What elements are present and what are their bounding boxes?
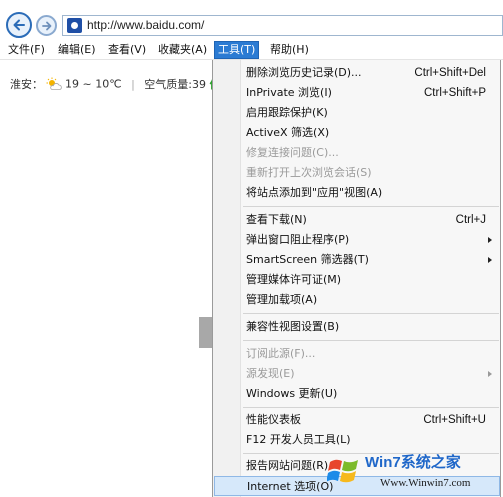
menu-item-performance-dashboard[interactable]: 性能仪表板 Ctrl+Shift+U <box>214 410 500 430</box>
menu-separator <box>243 340 499 341</box>
menu-view[interactable]: 查看(V) <box>108 42 146 59</box>
menu-item-compat-view[interactable]: 兼容性视图设置(B) <box>214 317 500 337</box>
back-arrow-icon <box>13 19 25 31</box>
menu-item-view-downloads[interactable]: 查看下载(N) Ctrl+J <box>214 210 500 230</box>
menu-item-media-licenses[interactable]: 管理媒体许可证(M) <box>214 270 500 290</box>
address-row: http://www.baidu.com/ <box>0 0 503 40</box>
menu-file[interactable]: 文件(F) <box>8 42 45 59</box>
menu-separator <box>243 206 499 207</box>
menu-tools[interactable]: 工具(T) <box>214 41 260 59</box>
weather-widget: 淮安：19 ~ 10℃ | 空气质量:39 优 <box>10 76 220 92</box>
partly-sunny-icon <box>46 77 62 90</box>
forward-button[interactable] <box>36 15 57 36</box>
url-input[interactable]: http://www.baidu.com/ <box>62 15 503 36</box>
submenu-arrow-icon <box>488 237 492 243</box>
menu-item-subscribe-feed[interactable]: 订阅此源(F)... <box>214 344 500 364</box>
menu-item-report-problem[interactable]: 报告网站问题(R) <box>214 456 500 476</box>
menu-separator <box>243 313 499 314</box>
tools-menu-dropdown: 删除浏览历史记录(D)... Ctrl+Shift+Del InPrivate 浏… <box>212 60 501 497</box>
url-text: http://www.baidu.com/ <box>87 18 205 32</box>
back-button[interactable] <box>6 12 32 38</box>
baidu-paw-icon <box>67 18 82 33</box>
menu-item-add-to-apps[interactable]: 将站点添加到"应用"视图(A) <box>214 183 500 203</box>
menu-favorites[interactable]: 收藏夹(A) <box>158 42 207 59</box>
submenu-arrow-icon <box>488 371 492 377</box>
menu-item-reopen-session[interactable]: 重新打开上次浏览会话(S) <box>214 163 500 183</box>
menu-item-fix-connection[interactable]: 修复连接问题(C)... <box>214 143 500 163</box>
submenu-arrow-icon <box>488 257 492 263</box>
menu-separator <box>243 453 499 454</box>
menu-item-activex-filter[interactable]: ActiveX 筛选(X) <box>214 123 500 143</box>
menu-item-manage-addons[interactable]: 管理加载项(A) <box>214 290 500 310</box>
menu-item-popup-blocker[interactable]: 弹出窗口阻止程序(P) <box>214 230 500 250</box>
menu-edit[interactable]: 编辑(E) <box>58 42 96 59</box>
menu-item-smartscreen[interactable]: SmartScreen 筛选器(T) <box>214 250 500 270</box>
air-quality-text: 空气质量:39 <box>144 78 206 91</box>
menu-help[interactable]: 帮助(H) <box>270 42 309 59</box>
forward-arrow-icon <box>41 21 51 30</box>
menu-item-f12-tools[interactable]: F12 开发人员工具(L) <box>214 430 500 450</box>
menu-item-feed-discovery[interactable]: 源发现(E) <box>214 364 500 384</box>
menu-item-delete-history[interactable]: 删除浏览历史记录(D)... Ctrl+Shift+Del <box>214 63 500 83</box>
temperature-text: 19 ~ 10℃ <box>65 77 122 91</box>
menu-item-inprivate[interactable]: InPrivate 浏览(I) Ctrl+Shift+P <box>214 83 500 103</box>
weather-divider: | <box>131 77 135 91</box>
menu-separator <box>243 407 499 408</box>
menu-item-internet-options[interactable]: Internet 选项(O) <box>214 476 500 496</box>
menu-item-windows-update[interactable]: Windows 更新(U) <box>214 384 500 404</box>
scrollbar-thumb[interactable] <box>199 317 212 348</box>
city-label: 淮安： <box>10 78 43 91</box>
menu-item-tracking-protection[interactable]: 启用跟踪保护(K) <box>214 103 500 123</box>
menu-bar: 文件(F) 编辑(E) 查看(V) 收藏夹(A) 工具(T) 帮助(H) <box>0 40 503 60</box>
